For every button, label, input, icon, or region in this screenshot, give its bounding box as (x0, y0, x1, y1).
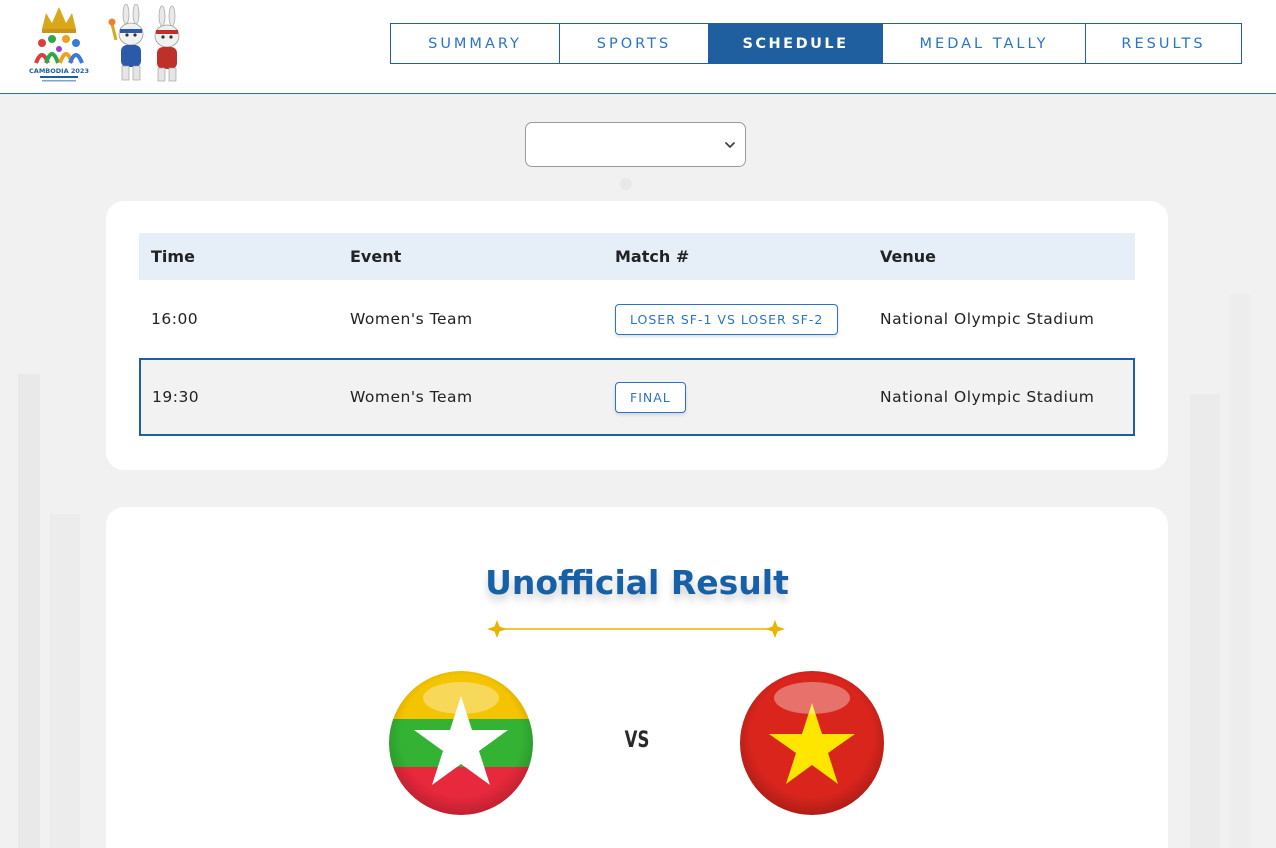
nav-results[interactable]: RESULTS (1085, 23, 1242, 64)
table-row-selected[interactable]: 19:30 Women's Team FINAL National Olympi… (139, 358, 1135, 436)
row-match-cell: LOSER SF-1 VS LOSER SF-2 (615, 280, 839, 358)
row-event: Women's Team (350, 310, 473, 328)
match-button[interactable]: LOSER SF-1 VS LOSER SF-2 (615, 303, 839, 335)
nav-schedule[interactable]: SCHEDULE (708, 23, 883, 64)
vs-label: VS (624, 728, 650, 753)
result-card: Unofficial Result VS (106, 507, 1168, 848)
row-time: 16:00 (151, 310, 199, 328)
match-button[interactable]: FINAL (615, 381, 686, 413)
result-title: Unofficial Result (485, 563, 789, 602)
column-header-match: Match # (615, 247, 690, 266)
row-time: 19:30 (152, 388, 200, 406)
main-nav: SUMMARY SPORTS SCHEDULE MEDAL TALLY RESU… (390, 23, 1242, 64)
myanmar-flag-icon (389, 671, 533, 815)
nav-summary[interactable]: SUMMARY (390, 23, 560, 64)
chevron-down-icon (725, 142, 735, 148)
site-header: CAMBODIA 2023 SUMMARY SPORTS SCHEDULE ME… (0, 0, 1276, 94)
column-header-event: Event (350, 247, 402, 266)
table-header: Time Event Match # Venue (139, 233, 1135, 280)
row-match-cell: FINAL (615, 360, 686, 434)
date-select[interactable] (525, 122, 746, 167)
schedule-table: Time Event Match # Venue 16:00 Women's T… (139, 233, 1135, 436)
mascots-image (108, 4, 180, 82)
schedule-card: Time Event Match # Venue 16:00 Women's T… (106, 201, 1168, 470)
gold-divider (487, 620, 785, 638)
logo-text: CAMBODIA 2023 (29, 67, 89, 75)
nav-sports[interactable]: SPORTS (559, 23, 709, 64)
row-venue: National Olympic Stadium (880, 310, 1095, 328)
table-row[interactable]: 16:00 Women's Team LOSER SF-1 VS LOSER S… (139, 280, 1135, 358)
page: CAMBODIA 2023 SUMMARY SPORTS SCHEDULE ME… (0, 0, 1276, 848)
row-event: Women's Team (350, 388, 473, 406)
row-venue: National Olympic Stadium (880, 388, 1095, 406)
nav-medal-tally[interactable]: MEDAL TALLY (882, 23, 1086, 64)
column-header-venue: Venue (880, 247, 936, 266)
vietnam-flag-icon (740, 671, 884, 815)
sea-games-logo[interactable]: CAMBODIA 2023 (28, 5, 90, 85)
column-header-time: Time (151, 247, 195, 266)
